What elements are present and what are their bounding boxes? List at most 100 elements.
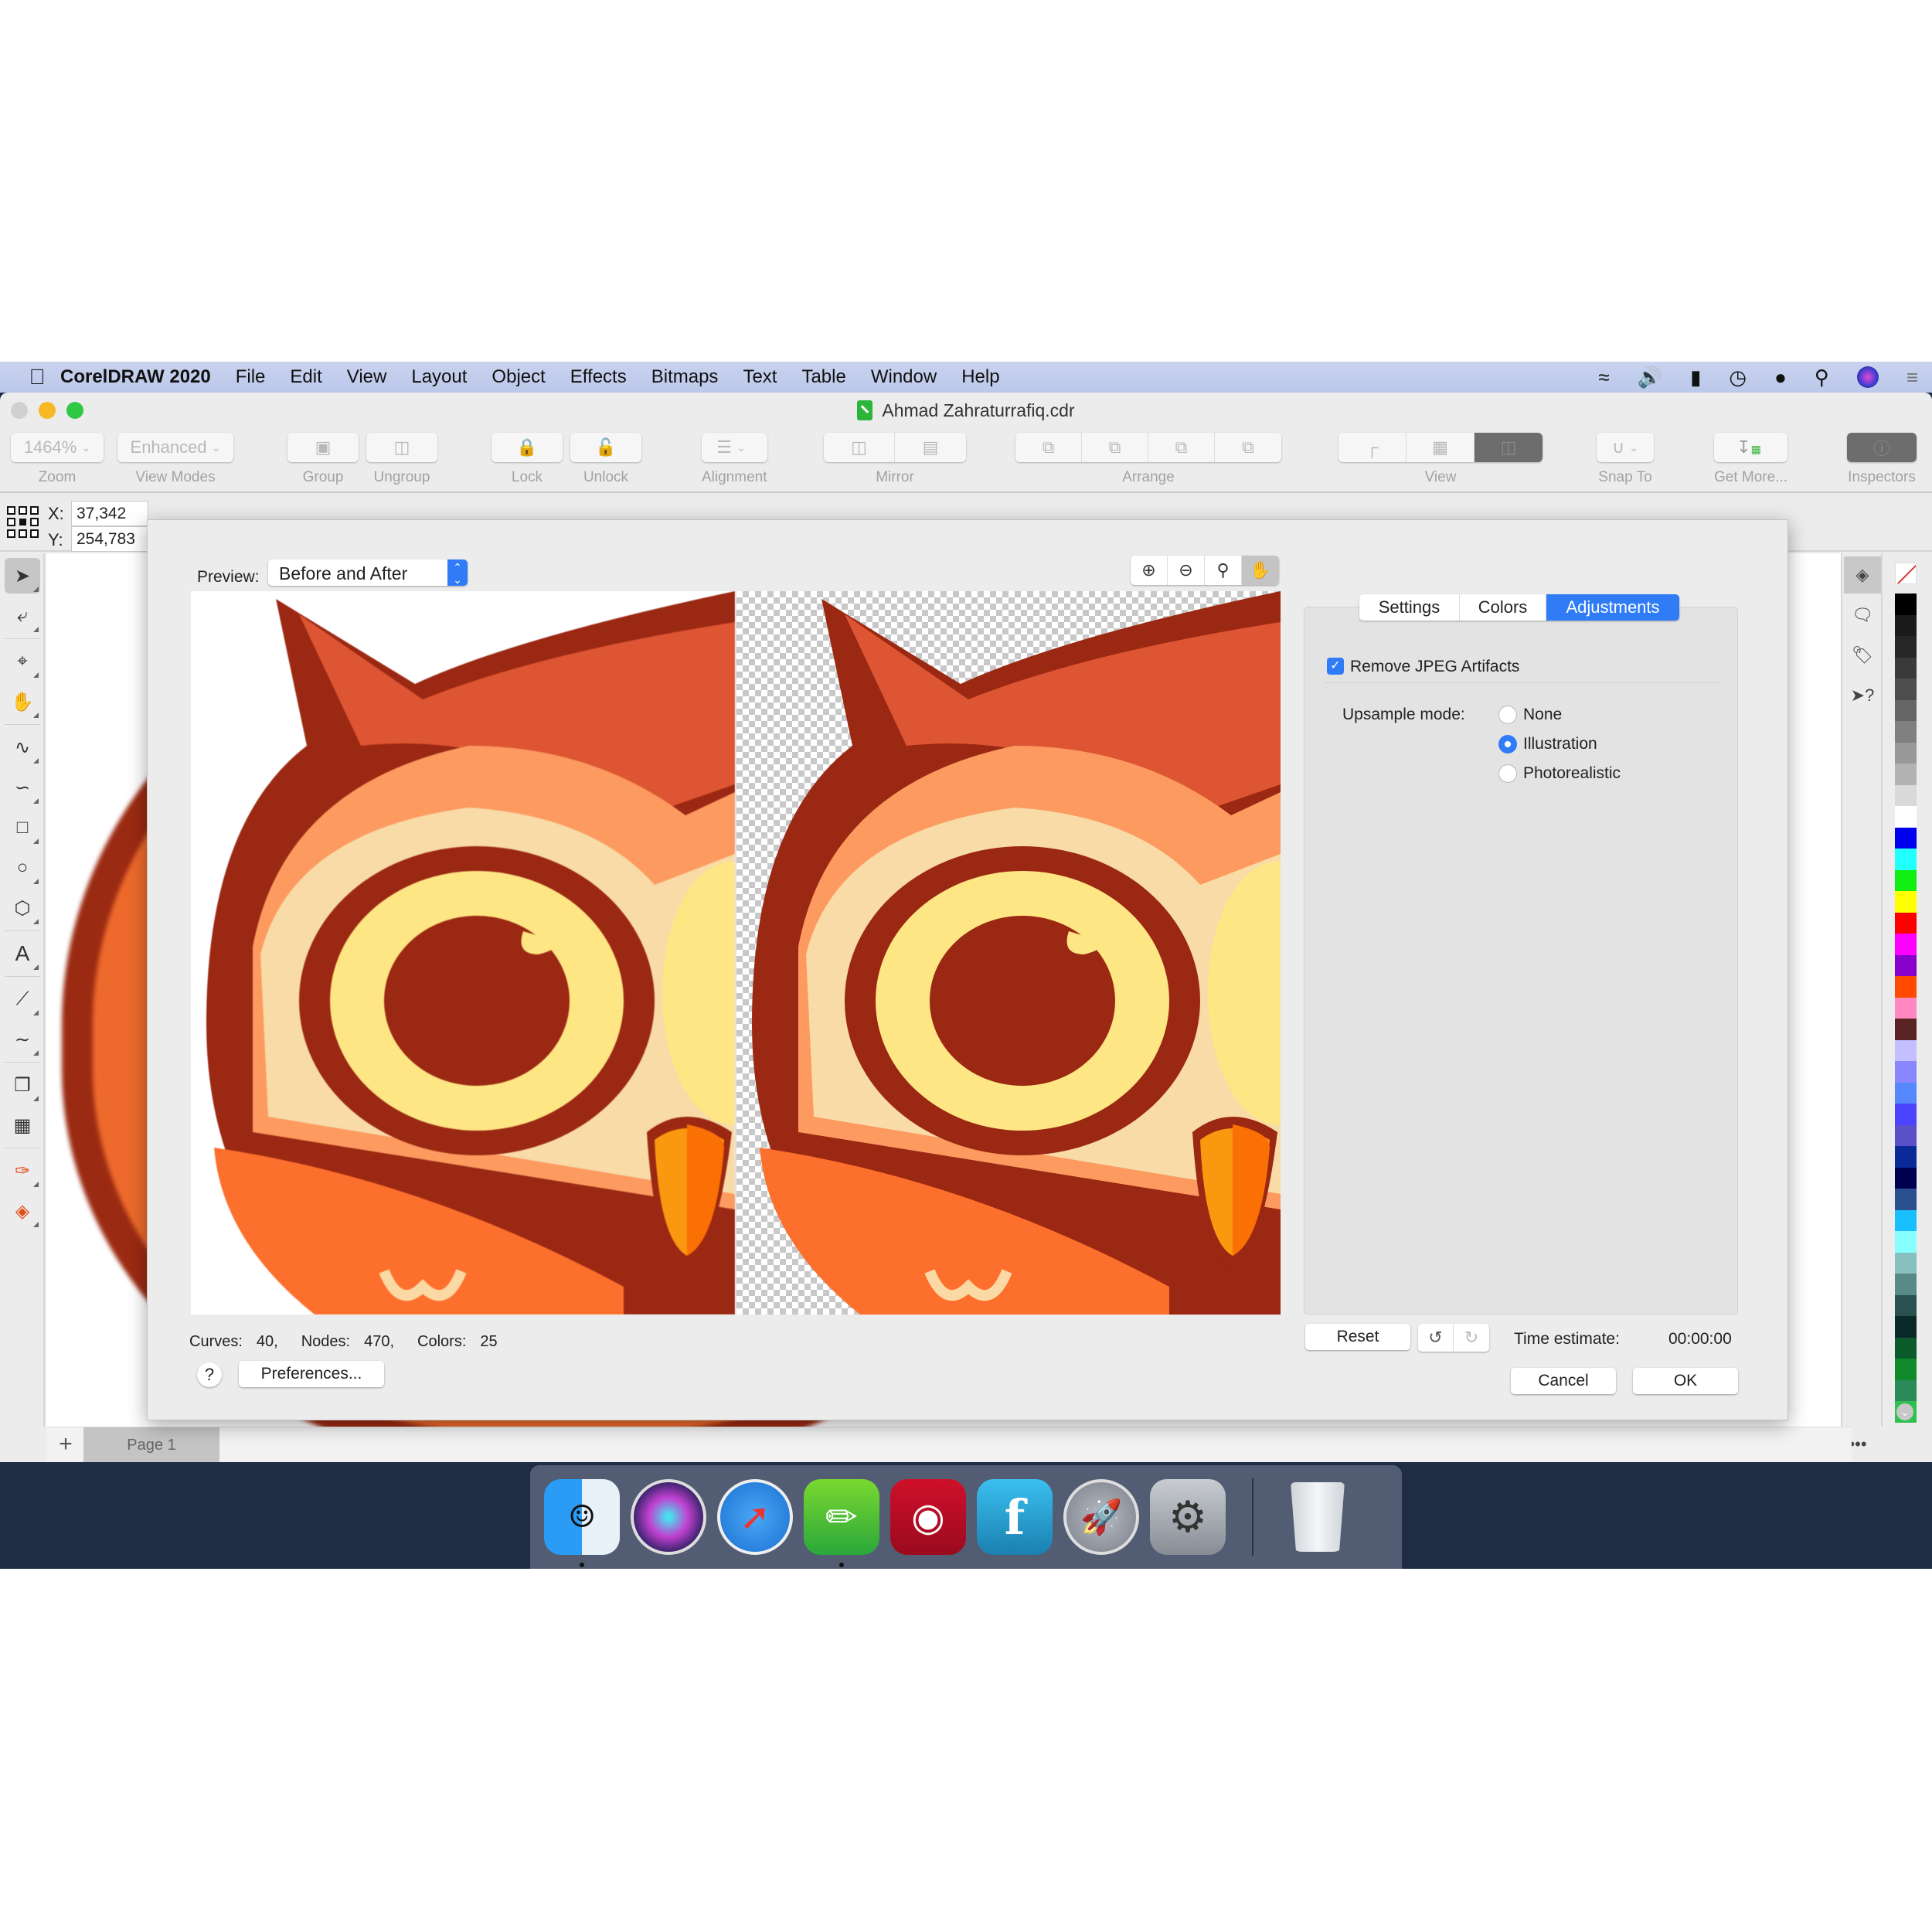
rulers-button[interactable]: ┌ [1338,433,1406,462]
color-swatch[interactable] [1895,594,1917,615]
reference-point-icon[interactable] [6,505,40,539]
photo-booth-icon[interactable]: ◉ [890,1479,966,1555]
to-front-button[interactable]: ⧉ [1015,433,1082,462]
color-swatch[interactable] [1895,869,1917,891]
connector-tool[interactable]: ∼ [5,1022,40,1057]
finder-icon[interactable]: ☺ [544,1479,620,1567]
no-color-swatch[interactable] [1895,563,1917,584]
hints-docker-tab[interactable]: ➤? [1844,677,1881,714]
apple-menu-icon[interactable]:  [14,365,60,389]
eyedropper-tool[interactable]: ✑ [5,1153,40,1189]
inspectors-button[interactable]: ⓘ [1847,433,1917,462]
undo-button[interactable]: ↺ [1418,1324,1454,1352]
cancel-button[interactable]: Cancel [1511,1368,1616,1394]
notification-center-icon[interactable]: ≡ [1906,366,1918,389]
menu-text[interactable]: Text [743,366,777,388]
preferences-button[interactable]: Preferences... [239,1361,384,1387]
battery-icon[interactable]: ▮ [1690,366,1701,389]
pan-tool[interactable]: ✋ [5,684,40,719]
interactive-fill-tool[interactable]: ◈ [5,1193,40,1229]
tab-colors[interactable]: Colors [1460,594,1546,621]
maximize-button[interactable] [66,402,83,419]
pick-tool[interactable]: ➤ [5,558,40,594]
zoom-dropdown[interactable]: 1464% ⌄ [11,433,104,462]
snap-to-button[interactable]: ∪ ⌄ [1597,433,1654,462]
ungroup-button[interactable]: ◫ [366,433,437,462]
trash-icon[interactable] [1280,1479,1355,1555]
menu-file[interactable]: File [236,366,266,388]
rectangle-tool[interactable]: □ [5,810,40,845]
color-swatch[interactable] [1895,657,1917,679]
view-modes-dropdown[interactable]: Enhanced ⌄ [117,433,233,462]
y-position-field[interactable]: 254,783 [71,526,148,552]
color-swatch[interactable] [1895,1359,1917,1380]
color-swatch[interactable] [1895,1294,1917,1316]
minimize-button[interactable] [39,402,56,419]
menu-effects[interactable]: Effects [570,366,627,388]
menu-object[interactable]: Object [492,366,545,388]
to-back-button[interactable]: ⧉ [1082,433,1148,462]
color-swatch[interactable] [1895,1019,1917,1040]
color-swatch[interactable] [1895,1231,1917,1253]
grid-button[interactable]: ▦ [1406,433,1475,462]
color-swatch[interactable] [1895,699,1917,721]
preview-area[interactable] [191,591,1281,1315]
fontself-icon[interactable]: f [977,1479,1053,1555]
volume-icon[interactable]: 🔊 [1638,366,1662,389]
color-swatch[interactable] [1895,1379,1917,1401]
shape-tool[interactable]: ⤶ [5,598,40,634]
color-swatch[interactable] [1895,1316,1917,1338]
artistic-media-tool[interactable]: ∽ [5,770,40,805]
ellipse-tool[interactable]: ○ [5,850,40,886]
reset-button[interactable]: Reset [1305,1324,1410,1350]
color-swatch[interactable] [1895,636,1917,658]
unlock-button[interactable]: 🔓 [570,433,641,462]
launchpad-icon[interactable]: 🚀 [1063,1479,1139,1555]
color-swatch[interactable] [1895,827,1917,849]
objects-docker-tab[interactable]: ◈ [1844,556,1881,594]
crop-tool[interactable]: ⌖ [5,644,40,679]
siri-icon[interactable] [1856,366,1879,388]
tab-adjustments[interactable]: Adjustments [1546,594,1679,621]
user-icon[interactable]: ● [1774,366,1787,389]
color-swatch[interactable] [1895,1167,1917,1189]
menu-layout[interactable]: Layout [411,366,467,388]
safari-icon[interactable]: ➚ [717,1479,793,1555]
alignment-button[interactable]: ☰ ⌄ [702,433,760,462]
menu-view[interactable]: View [347,366,387,388]
color-swatch[interactable] [1895,742,1917,764]
add-page-button[interactable]: + [54,1430,77,1458]
get-more-button[interactable]: ↧▦ [1714,433,1784,462]
app-menu[interactable]: CorelDRAW 2020 [60,366,211,388]
wifi-icon[interactable]: ≈ [1598,366,1609,389]
clock-icon[interactable]: ◷ [1729,366,1747,389]
redo-button[interactable]: ↻ [1454,1324,1489,1352]
mirror-horizontal-button[interactable]: ◫ [824,433,895,462]
group-button[interactable]: ▣ [287,433,359,462]
lock-button[interactable]: 🔒 [492,433,563,462]
color-swatch[interactable] [1895,784,1917,806]
transparency-tool[interactable]: ▦ [5,1107,40,1143]
tags-docker-tab[interactable]: 🏷 [1844,637,1881,674]
ok-button[interactable]: OK [1633,1368,1738,1394]
color-swatch[interactable] [1895,1124,1917,1146]
color-swatch[interactable] [1895,806,1917,828]
page-tab[interactable]: Page 1 [83,1427,219,1462]
color-swatch[interactable] [1895,764,1917,785]
coreldraw-icon[interactable]: ✏ [804,1479,879,1567]
text-tool[interactable]: A [5,936,40,971]
color-swatch[interactable] [1895,679,1917,700]
color-swatch[interactable] [1895,976,1917,998]
guidelines-button[interactable]: ◫ [1475,433,1543,462]
pan-button[interactable]: ✋ [1242,556,1279,585]
color-swatch[interactable] [1895,1061,1917,1083]
menu-edit[interactable]: Edit [290,366,321,388]
upsample-none-radio[interactable] [1498,706,1517,724]
color-swatch[interactable] [1895,954,1917,976]
drop-shadow-tool[interactable]: ❐ [5,1067,40,1103]
forward-one-button[interactable]: ⧉ [1148,433,1215,462]
menu-window[interactable]: Window [871,366,937,388]
color-swatch[interactable] [1895,1104,1917,1125]
remove-jpeg-artifacts-checkbox[interactable]: ✓ [1327,658,1344,675]
help-button[interactable]: ? [197,1362,222,1387]
